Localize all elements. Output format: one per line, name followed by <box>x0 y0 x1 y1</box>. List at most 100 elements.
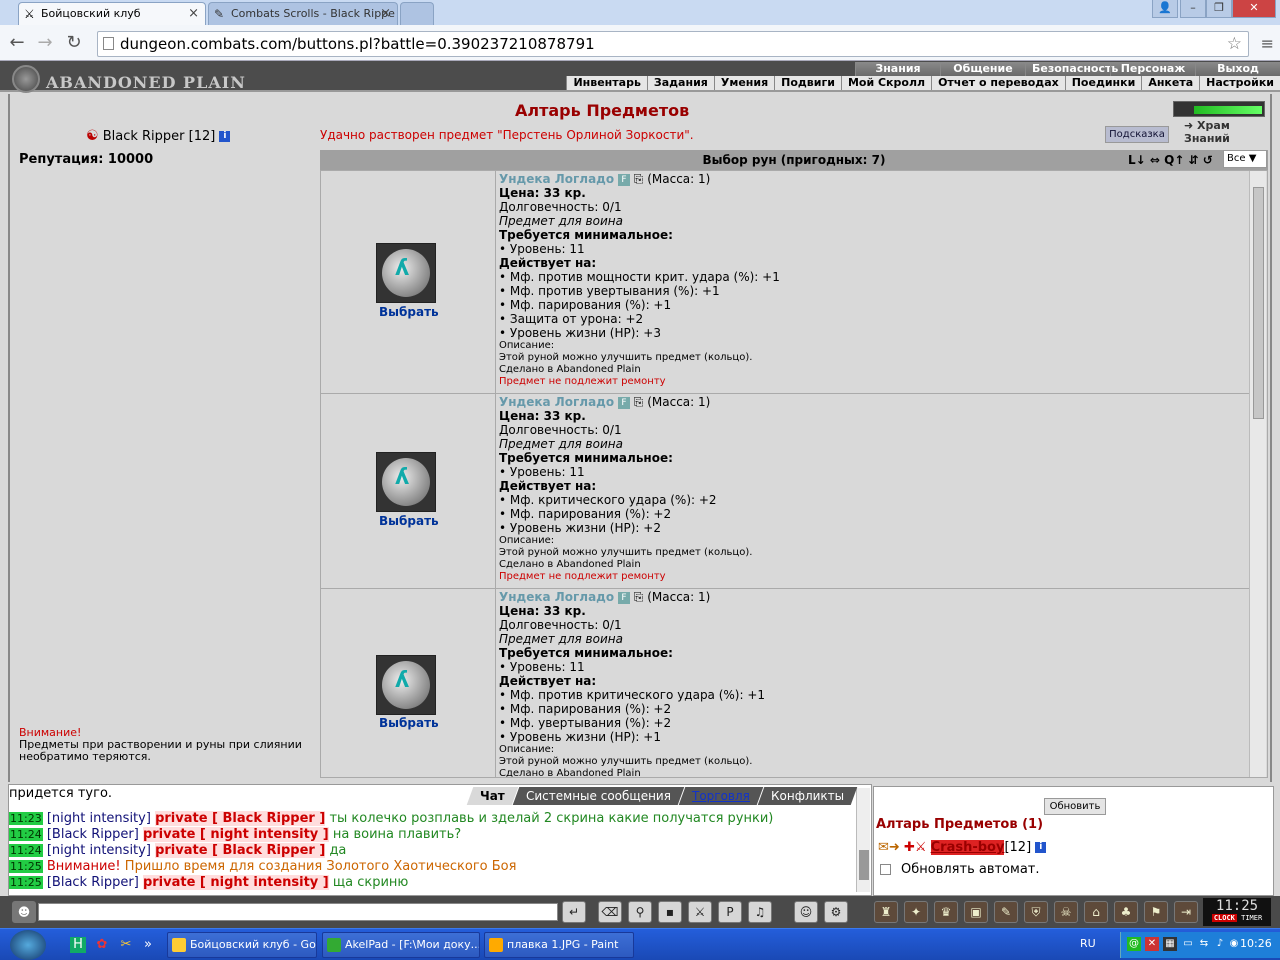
hint-button[interactable]: Подсказка <box>1105 126 1169 143</box>
settings-icon[interactable]: ⚙ <box>824 901 848 923</box>
copy-icon[interactable]: ⎘ <box>634 590 644 604</box>
address-bar[interactable]: dungeon.combats.com/buttons.pl?battle=0.… <box>97 31 1249 57</box>
close-window-button[interactable]: ✕ <box>1232 0 1276 18</box>
exit-icon[interactable]: ⇥ <box>1174 901 1198 923</box>
chest-icon[interactable]: ▣ <box>964 901 988 923</box>
save-icon[interactable]: ▪ <box>658 901 682 923</box>
reload-icon[interactable]: ↻ <box>63 32 85 54</box>
menu-communication[interactable]: Общение <box>940 62 1025 76</box>
chat-time[interactable]: 11:24 <box>9 844 43 857</box>
bag-icon[interactable]: ♛ <box>934 901 958 923</box>
close-tab-icon[interactable]: × <box>188 6 199 21</box>
chat-private[interactable]: private [ Black Ripper ] <box>155 811 326 826</box>
timer-label[interactable]: TIMER <box>1241 914 1262 922</box>
chat-nick[interactable]: [night intensity] <box>47 843 151 858</box>
rune-image[interactable]: ʎ <box>376 243 436 303</box>
bookmark-star-icon[interactable]: ☆ <box>1227 32 1242 56</box>
submenu-skills[interactable]: Умения <box>713 76 774 90</box>
chat-scrollbar[interactable] <box>856 788 870 892</box>
chat-nick[interactable]: [Black Ripper] <box>47 827 139 842</box>
choose-button[interactable]: Выбрать <box>379 514 439 528</box>
close-tab-icon[interactable]: × <box>380 6 391 21</box>
tab-system-messages[interactable]: Системные сообщения <box>512 787 684 805</box>
filter-icon[interactable]: ⚲ <box>628 901 652 923</box>
chat-time[interactable]: 11:24 <box>9 828 43 841</box>
choose-button[interactable]: Выбрать <box>379 305 439 319</box>
sound-icon[interactable]: ♫ <box>748 901 772 923</box>
submenu-quests[interactable]: Задания <box>646 76 714 90</box>
game-logo[interactable]: ABANDONED PLAIN <box>10 63 246 93</box>
rune-image[interactable]: ʎ <box>376 655 436 715</box>
quicklaunch-game-icon[interactable]: ✿ <box>94 937 110 953</box>
tray-security-icon[interactable]: ✕ <box>1145 937 1159 951</box>
eraser-icon[interactable]: ⌫ <box>598 901 622 923</box>
chat-input[interactable] <box>38 903 558 921</box>
info-icon[interactable]: i <box>1035 842 1047 853</box>
minimize-button[interactable]: – <box>1180 0 1206 18</box>
chat-private[interactable]: private [ night intensity ] <box>142 827 329 842</box>
submenu-transfers[interactable]: Отчет о переводах <box>931 76 1065 90</box>
private-icon[interactable]: P <box>718 901 742 923</box>
user-name[interactable]: Crash-boy <box>930 840 1005 855</box>
menu-character[interactable]: Персонаж <box>1110 62 1195 76</box>
language-indicator[interactable]: RU <box>1080 937 1096 950</box>
new-tab-button[interactable] <box>400 2 434 25</box>
clan-icon[interactable]: ☠ <box>1054 901 1078 923</box>
submenu-inventory[interactable]: Инвентарь <box>566 76 646 90</box>
scroll-thumb[interactable] <box>1253 187 1264 419</box>
tab-conflicts[interactable]: Конфликты <box>757 787 858 805</box>
private-message-icon[interactable]: ✉➜ <box>878 840 900 855</box>
chat-nick[interactable]: [night intensity] <box>47 811 151 826</box>
refresh-button[interactable]: Обновить <box>1044 798 1106 815</box>
chat-time[interactable]: 11:25 <box>9 876 43 889</box>
copy-icon[interactable]: ⎘ <box>634 395 644 409</box>
menu-knowledge[interactable]: Знания <box>855 62 940 76</box>
emoticons-icon[interactable]: ☺ <box>794 901 818 923</box>
start-button[interactable] <box>10 930 46 960</box>
submenu-feats[interactable]: Подвиги <box>774 76 841 90</box>
chat-time[interactable]: 11:23 <box>9 812 43 825</box>
rune-image[interactable]: ʎ <box>376 452 436 512</box>
chat-nick[interactable]: [Black Ripper] <box>47 875 139 890</box>
tray-volume-icon[interactable]: ♪ <box>1213 937 1227 951</box>
monk-icon[interactable]: ♜ <box>874 901 898 923</box>
clock-label[interactable]: CLOCK <box>1211 914 1237 922</box>
tray-monitor-icon[interactable]: ▭ <box>1181 937 1195 951</box>
task-akelpad[interactable]: AkelPad - [F:\Мои доку... <box>322 932 480 958</box>
maximize-button[interactable]: ❐ <box>1206 0 1232 18</box>
armor-icon[interactable]: ⛨ <box>1024 901 1048 923</box>
bank-icon[interactable]: ⌂ <box>1084 901 1108 923</box>
chat-private[interactable]: private [ night intensity ] <box>142 875 329 890</box>
tray-app-icon[interactable]: @ <box>1127 937 1141 951</box>
char-name[interactable]: Black Ripper <box>103 129 185 144</box>
rune-name[interactable]: Ундека Логладо <box>499 590 614 604</box>
temple-link[interactable]: ➜ Храм Знаний <box>1184 119 1270 145</box>
info-icon[interactable]: i <box>219 131 231 142</box>
system-clock[interactable]: 10:26 <box>1240 937 1272 950</box>
filter-select[interactable]: Все ▼ <box>1223 150 1267 168</box>
send-icon[interactable]: ↵ <box>562 901 586 923</box>
checkbox[interactable] <box>880 864 891 875</box>
quicklaunch-app-icon[interactable]: H <box>70 937 86 953</box>
task-paint[interactable]: плавка 1.JPG - Paint <box>484 932 634 958</box>
tab-fight-club[interactable]: ⚔ Бойцовский клуб × <box>18 2 206 25</box>
task-browser[interactable]: Бойцовский клуб - Go... <box>167 932 317 958</box>
smiley-head-icon[interactable]: ☻ <box>12 901 36 923</box>
rune-list-scrollbar[interactable] <box>1249 171 1266 777</box>
menu-security[interactable]: Безопасность <box>1025 62 1118 76</box>
scroll-thumb[interactable] <box>859 850 869 880</box>
flag-icon[interactable]: ⚑ <box>1144 901 1168 923</box>
tray-counter-icon[interactable]: ▦ <box>1163 937 1177 951</box>
auto-refresh-checkbox[interactable]: Обновлять автомат. <box>880 862 1040 877</box>
tray-av-icon[interactable]: ◉ <box>1227 937 1241 951</box>
rune-name[interactable]: Ундека Логладо <box>499 395 614 409</box>
fighter-icon[interactable]: ⚔ <box>688 901 712 923</box>
tab-trade[interactable]: Торговля <box>678 787 763 805</box>
tab-combats-scrolls[interactable]: ✎ Combats Scrolls - Black Rippe × <box>208 2 398 25</box>
scroll-icon[interactable]: ✎ <box>994 901 1018 923</box>
copy-icon[interactable]: ⎘ <box>634 172 644 186</box>
tab-chat[interactable]: Чат <box>466 787 519 805</box>
quicklaunch-more-icon[interactable]: » <box>140 937 156 953</box>
quicklaunch-tool-icon[interactable]: ✂ <box>118 937 134 953</box>
sort-icons[interactable]: L↓ ⇔ Q↑ ⇵ ↺ <box>1128 150 1213 170</box>
